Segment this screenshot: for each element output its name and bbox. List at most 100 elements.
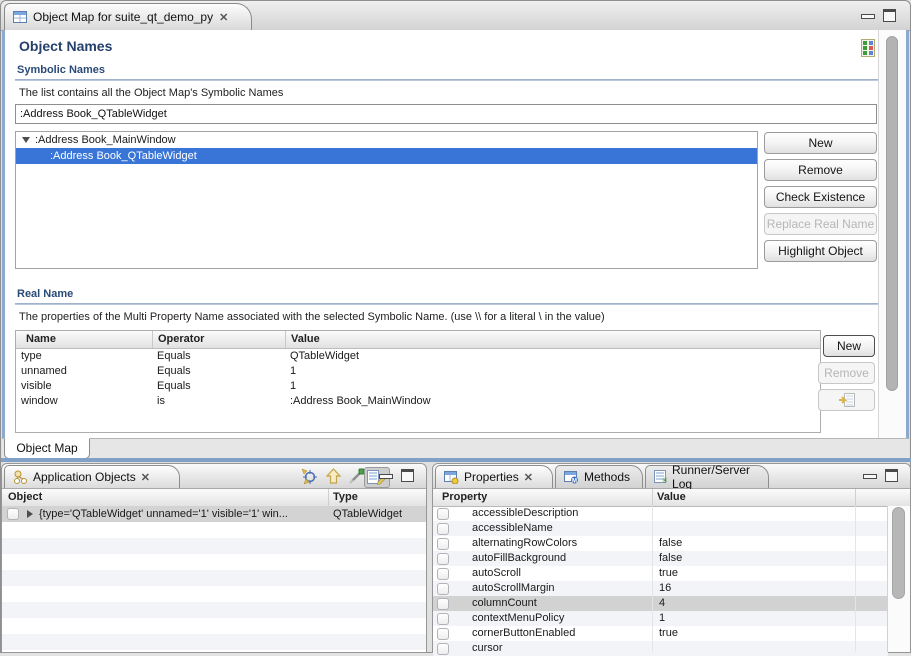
column-header-object[interactable]: Object xyxy=(8,489,42,506)
real-name-new-button[interactable]: New xyxy=(823,335,875,357)
cell-value: QTableWidget xyxy=(290,349,816,364)
new-button[interactable]: New xyxy=(764,132,877,154)
property-row[interactable]: autoScrolltrue xyxy=(433,566,888,581)
remove-button[interactable]: Remove xyxy=(764,159,877,181)
property-name: contextMenuPolicy xyxy=(472,611,564,626)
replace-real-name-button: Replace Real Name xyxy=(764,213,877,235)
column-divider[interactable] xyxy=(328,489,329,506)
column-divider[interactable] xyxy=(855,489,856,506)
column-divider xyxy=(652,506,653,652)
property-row[interactable]: accessibleName xyxy=(433,521,888,536)
property-row-highlighted[interactable]: columnCount4 xyxy=(433,596,888,611)
tab-methods-label: Methods xyxy=(584,470,630,484)
minimize-icon[interactable] xyxy=(379,474,393,479)
application-objects-tab-close-icon[interactable]: ✕ xyxy=(141,471,150,484)
property-name: cursor xyxy=(472,641,503,656)
properties-scrollbar-thumb[interactable] xyxy=(892,507,905,599)
editor-tab-close-icon[interactable]: ✕ xyxy=(219,11,228,24)
highlight-object-button[interactable]: Highlight Object xyxy=(764,240,877,262)
cell-name: unnamed xyxy=(21,364,151,379)
tree-expanded-icon[interactable] xyxy=(22,137,30,143)
cell-operator: Equals xyxy=(157,379,285,394)
property-row[interactable]: accessibleDescription xyxy=(433,506,888,521)
column-header-value[interactable]: Value xyxy=(657,489,686,506)
tree-item-mainwindow[interactable]: :Address Book_MainWindow xyxy=(16,132,757,148)
property-checkbox[interactable] xyxy=(437,583,449,595)
properties-scrollbar[interactable] xyxy=(887,506,910,652)
cell-name: type xyxy=(21,349,151,364)
property-checkbox[interactable] xyxy=(437,568,449,580)
pick-object-button[interactable] xyxy=(300,467,319,486)
object-map-page-tab[interactable]: Object Map xyxy=(4,438,90,459)
application-object-row-selected[interactable]: {type='QTableWidget' unnamed='1' visible… xyxy=(2,506,426,522)
editor-tab-object-map[interactable]: Object Map for suite_qt_demo_py ✕ xyxy=(4,3,252,30)
property-value: 1 xyxy=(659,611,665,626)
property-value: true xyxy=(659,566,678,581)
tree-item-qtablewidget-selected[interactable]: :Address Book_QTableWidget xyxy=(16,148,757,164)
tab-runner-server-log[interactable]: ✳ Runner/Server Log xyxy=(645,465,769,488)
property-checkbox[interactable] xyxy=(437,508,449,520)
table-row[interactable]: type Equals QTableWidget xyxy=(16,349,820,364)
editor-scrollbar-thumb[interactable] xyxy=(886,36,898,391)
column-header-property[interactable]: Property xyxy=(442,489,487,506)
check-existence-button[interactable]: Check Existence xyxy=(764,186,877,208)
property-checkbox[interactable] xyxy=(437,598,449,610)
cell-operator: is xyxy=(157,394,285,409)
column-divider[interactable] xyxy=(652,489,653,506)
page-title: Object Names xyxy=(19,38,112,54)
column-header-value[interactable]: Value xyxy=(285,331,816,348)
editor-tab-title: Object Map for suite_qt_demo_py xyxy=(33,10,213,24)
tab-runner-server-log-label: Runner/Server Log xyxy=(672,463,760,491)
column-header-type[interactable]: Type xyxy=(333,489,358,506)
real-name-remove-button: Remove xyxy=(818,362,875,384)
table-row[interactable]: window is :Address Book_MainWindow xyxy=(16,394,820,409)
property-value: false xyxy=(659,536,682,551)
column-header-name[interactable]: Name xyxy=(21,331,151,348)
property-row[interactable]: cursor xyxy=(433,641,888,656)
property-row[interactable]: alternatingRowColorsfalse xyxy=(433,536,888,551)
symbolic-names-tree[interactable]: :Address Book_MainWindow :Address Book_Q… xyxy=(15,131,758,269)
go-up-button[interactable] xyxy=(324,467,343,486)
real-name-description: The properties of the Multi Property Nam… xyxy=(19,311,605,323)
property-checkbox[interactable] xyxy=(437,538,449,550)
cell-value: :Address Book_MainWindow xyxy=(290,394,816,409)
editor-scrollbar[interactable] xyxy=(878,30,906,438)
property-name: autoScrollMargin xyxy=(472,581,555,596)
tab-properties[interactable]: Properties ✕ xyxy=(435,465,553,488)
property-checkbox[interactable] xyxy=(437,628,449,640)
svg-text:M: M xyxy=(572,479,577,485)
object-name-cell: {type='QTableWidget' unnamed='1' visible… xyxy=(39,508,317,520)
column-header-operator[interactable]: Operator xyxy=(152,331,280,348)
property-row[interactable]: autoScrollMargin 16 xyxy=(433,581,888,596)
real-name-properties-table[interactable]: Name Operator Value type Equals QTableWi… xyxy=(15,330,821,433)
object-checkbox[interactable] xyxy=(7,508,19,520)
symbolic-name-input[interactable] xyxy=(15,104,877,124)
property-checkbox[interactable] xyxy=(437,613,449,625)
horizontal-sash[interactable] xyxy=(1,458,911,462)
application-objects-tabstrip: Application Objects ✕ xyxy=(2,464,426,489)
property-row[interactable]: cornerButtonEnabledtrue xyxy=(433,626,888,641)
properties-tab-close-icon[interactable]: ✕ xyxy=(524,471,533,484)
minimize-icon[interactable] xyxy=(863,474,877,479)
table-row[interactable]: unnamed Equals 1 xyxy=(16,364,820,379)
application-objects-tab[interactable]: Application Objects ✕ xyxy=(4,465,180,488)
minimize-icon[interactable] xyxy=(861,14,875,19)
maximize-icon[interactable] xyxy=(883,9,896,22)
section-divider xyxy=(15,79,879,81)
property-row[interactable]: contextMenuPolicy 1 xyxy=(433,611,888,626)
copy-to-symbolic-button xyxy=(818,389,875,411)
table-row[interactable]: visible Equals 1 xyxy=(16,379,820,394)
property-checkbox[interactable] xyxy=(437,553,449,565)
property-name: accessibleName xyxy=(472,521,553,536)
maximize-icon[interactable] xyxy=(885,469,898,482)
tab-methods[interactable]: M Methods xyxy=(555,465,643,488)
maximize-icon[interactable] xyxy=(401,469,414,482)
property-name: autoFillBackground xyxy=(472,551,566,566)
tree-collapsed-icon[interactable] xyxy=(27,510,33,518)
property-checkbox[interactable] xyxy=(437,523,449,535)
properties-header: Property Value xyxy=(433,489,910,507)
property-value: 16 xyxy=(659,581,671,596)
tree-item-label: :Address Book_QTableWidget xyxy=(50,148,197,164)
property-row[interactable]: autoFillBackgroundfalse xyxy=(433,551,888,566)
categorize-objects-icon[interactable] xyxy=(859,39,877,57)
